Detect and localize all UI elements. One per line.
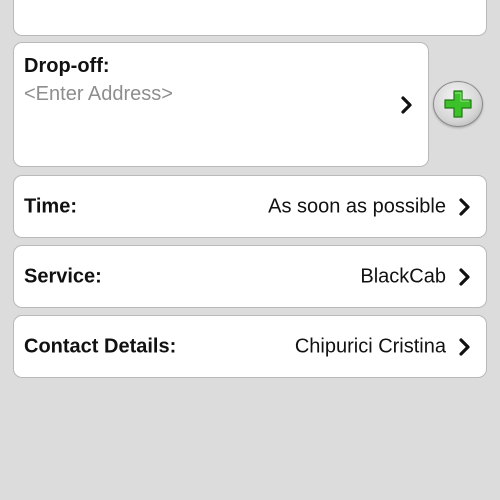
time-label: Time:: [24, 195, 77, 217]
contact-details-value: Chipurici Cristina: [294, 335, 446, 357]
time-row[interactable]: Time: As soon as possible: [13, 175, 487, 238]
service-row[interactable]: Service: BlackCab: [13, 245, 487, 308]
plus-icon: [444, 90, 472, 118]
service-label: Service:: [24, 265, 102, 287]
contact-details-label: Contact Details:: [24, 335, 177, 357]
add-stop-button[interactable]: [433, 81, 483, 127]
booking-screen: Drop-off: <Enter Address> Time: As soon …: [0, 0, 500, 500]
chevron-right-icon: [400, 96, 414, 114]
dropoff-card[interactable]: Drop-off: <Enter Address>: [13, 42, 429, 167]
contact-details-row[interactable]: Contact Details: Chipurici Cristina: [13, 315, 487, 378]
pickup-card[interactable]: [13, 0, 487, 36]
chevron-right-icon: [458, 337, 472, 356]
service-value: BlackCab: [360, 265, 446, 287]
chevron-right-icon: [458, 197, 472, 216]
time-value: As soon as possible: [268, 195, 446, 217]
dropoff-address-placeholder[interactable]: <Enter Address>: [24, 83, 173, 106]
dropoff-label: Drop-off:: [24, 55, 110, 77]
chevron-right-icon: [458, 267, 472, 286]
